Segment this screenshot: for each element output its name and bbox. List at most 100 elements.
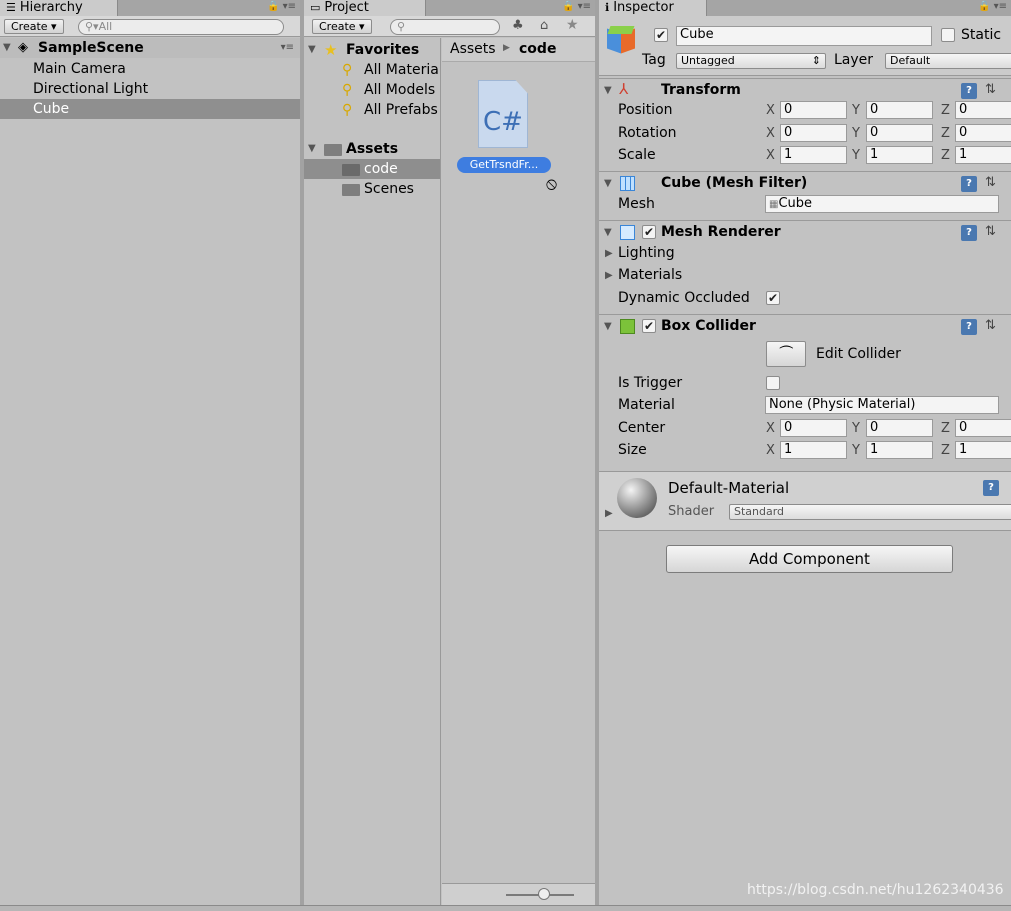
rotation-y-field[interactable]: 0: [866, 124, 933, 142]
tab-hierarchy[interactable]: ☰ Hierarchy: [0, 0, 118, 16]
scale-y-field[interactable]: 1: [866, 146, 933, 164]
favorite-star-icon[interactable]: ★: [566, 17, 579, 33]
search-input[interactable]: ⚲: [390, 19, 500, 35]
add-component-button[interactable]: Add Component: [666, 545, 953, 573]
scale-x-field[interactable]: 1: [780, 146, 847, 164]
lock-menu-icon[interactable]: 🔒 ▾≡: [267, 1, 296, 12]
inspector-tabbar: ℹ Inspector 🔒 ▾≡: [599, 0, 1011, 16]
size-y-field[interactable]: 1: [866, 441, 933, 459]
lock-menu-icon[interactable]: 🔒 ▾≡: [978, 1, 1007, 12]
tag-dropdown[interactable]: Untagged ⇕: [676, 53, 826, 69]
label-filter-icon[interactable]: ⌂: [540, 18, 548, 33]
favorite-item[interactable]: ⚲ All Materia: [304, 60, 440, 80]
materials-foldout[interactable]: Materials: [618, 267, 682, 283]
expand-triangle-icon[interactable]: ▼: [3, 38, 11, 58]
zoom-slider[interactable]: [442, 883, 595, 905]
rotation-x-field[interactable]: 0: [780, 124, 847, 142]
center-x-field[interactable]: 0: [780, 419, 847, 437]
lighting-foldout[interactable]: Lighting: [618, 245, 675, 261]
filter-type-icon[interactable]: ♣: [512, 18, 524, 33]
is-trigger-label: Is Trigger: [618, 375, 683, 391]
mesh-label: Mesh: [618, 196, 655, 212]
is-trigger-checkbox[interactable]: [766, 376, 780, 390]
help-icon[interactable]: ?: [961, 83, 977, 99]
breadcrumb-current[interactable]: code: [519, 41, 556, 57]
position-y-field[interactable]: 0: [866, 101, 933, 119]
material-sphere-icon[interactable]: [617, 478, 657, 518]
collapse-triangle-icon[interactable]: ▼: [604, 85, 612, 96]
mesh-renderer-enabled-checkbox[interactable]: ✔: [642, 225, 656, 239]
transform-header[interactable]: ▼ ⅄ Transform ? ⇅: [599, 78, 1011, 102]
shader-dropdown[interactable]: Standard: [729, 504, 1011, 520]
inspector-panel: ℹ Inspector 🔒 ▾≡ ✔ Cube Static Tag Untagg…: [599, 0, 1011, 905]
breadcrumb-root[interactable]: Assets: [450, 41, 496, 57]
scale-label: Scale: [618, 147, 656, 163]
zoom-slider-handle[interactable]: [538, 888, 550, 900]
edit-collider-button[interactable]: ⏜: [766, 341, 806, 367]
lock-menu-icon[interactable]: 🔒 ▾≡: [562, 1, 591, 12]
no-drop-cursor-icon: ⦸: [546, 174, 558, 194]
position-x-field[interactable]: 0: [780, 101, 847, 119]
mesh-filter-header[interactable]: ▼ Cube (Mesh Filter) ? ⇅: [599, 171, 1011, 195]
center-y-field[interactable]: 0: [866, 419, 933, 437]
transform-axes-icon: ⅄: [619, 80, 629, 98]
layer-dropdown[interactable]: Default: [885, 53, 1011, 69]
hierarchy-item[interactable]: Directional Light: [0, 79, 300, 99]
box-collider-header[interactable]: ▼ ✔ Box Collider ? ⇅: [599, 314, 1011, 338]
tab-inspector[interactable]: ℹ Inspector: [599, 0, 707, 16]
star-icon: ★: [324, 41, 338, 59]
expand-triangle-icon[interactable]: ▶: [605, 248, 613, 259]
static-checkbox[interactable]: [941, 28, 955, 42]
active-checkbox[interactable]: ✔: [654, 28, 668, 42]
hierarchy-item[interactable]: Main Camera: [0, 59, 300, 79]
center-z-field[interactable]: 0: [955, 419, 1011, 437]
object-name-field[interactable]: Cube: [676, 26, 932, 46]
search-favorite-icon: ⚲: [342, 82, 353, 98]
settings-icon[interactable]: ⇅: [985, 318, 996, 333]
favorite-item[interactable]: ⚲ All Models: [304, 80, 440, 100]
scene-menu-icon[interactable]: ▾≡: [281, 38, 294, 58]
collapse-triangle-icon[interactable]: ▼: [604, 321, 612, 332]
hierarchy-item-selected[interactable]: Cube: [0, 99, 300, 119]
expand-triangle-icon[interactable]: ▶: [605, 270, 613, 281]
folder-item[interactable]: Scenes: [304, 179, 440, 199]
settings-icon[interactable]: ⇅: [985, 82, 996, 97]
rotation-z-field[interactable]: 0: [955, 124, 1011, 142]
mesh-renderer-icon: [620, 225, 635, 240]
folder-icon: [324, 144, 342, 156]
script-file[interactable]: C# GetTrsndFr...: [454, 78, 551, 178]
create-button[interactable]: Create ▾: [4, 19, 64, 34]
list-icon: ☰: [6, 1, 16, 14]
expand-triangle-icon[interactable]: ▶: [605, 508, 613, 519]
settings-icon[interactable]: ⇅: [985, 224, 996, 239]
physic-material-field[interactable]: None (Physic Material): [765, 396, 999, 414]
favorites-row[interactable]: ▼ ★ Favorites: [304, 40, 440, 60]
mesh-renderer-header[interactable]: ▼ ✔ Mesh Renderer ? ⇅: [599, 220, 1011, 244]
scene-row[interactable]: ▼ ◈ SampleScene ▾≡: [0, 38, 300, 58]
bottom-status-bar: [0, 905, 1011, 911]
dynamic-occluded-checkbox[interactable]: ✔: [766, 291, 780, 305]
box-collider-enabled-checkbox[interactable]: ✔: [642, 319, 656, 333]
mesh-field[interactable]: ▦Cube: [765, 195, 999, 213]
create-button[interactable]: Create ▾: [312, 19, 372, 34]
folder-icon: [342, 184, 360, 196]
help-icon[interactable]: ?: [961, 319, 977, 335]
tab-project[interactable]: ▭ Project: [304, 0, 426, 16]
favorite-item[interactable]: ⚲ All Prefabs: [304, 100, 440, 120]
help-icon[interactable]: ?: [961, 225, 977, 241]
settings-icon[interactable]: ⇅: [985, 175, 996, 190]
csharp-file-icon: C#: [478, 80, 528, 148]
collapse-triangle-icon[interactable]: ▼: [604, 227, 612, 238]
size-z-field[interactable]: 1: [955, 441, 1011, 459]
expand-triangle-icon[interactable]: ▼: [308, 40, 316, 60]
assets-row[interactable]: ▼ Assets: [304, 139, 440, 159]
position-z-field[interactable]: 0: [955, 101, 1011, 119]
help-icon[interactable]: ?: [961, 176, 977, 192]
help-icon[interactable]: ?: [983, 480, 999, 496]
search-input[interactable]: ⚲▾All: [78, 19, 284, 35]
folder-item-selected[interactable]: code: [304, 159, 440, 179]
scale-z-field[interactable]: 1: [955, 146, 1011, 164]
collapse-triangle-icon[interactable]: ▼: [604, 178, 612, 189]
expand-triangle-icon[interactable]: ▼: [308, 139, 316, 159]
size-x-field[interactable]: 1: [780, 441, 847, 459]
